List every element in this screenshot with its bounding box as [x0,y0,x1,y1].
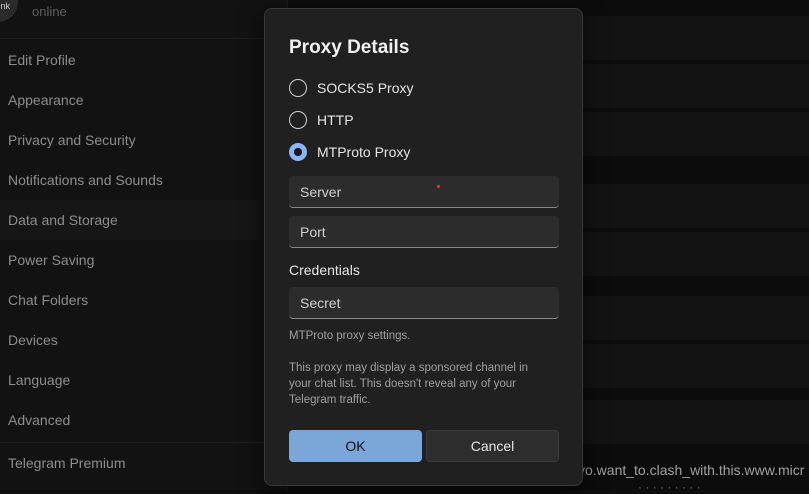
radio-label: HTTP [317,112,354,128]
radio-mtproto[interactable]: MTProto Proxy [289,141,410,163]
menu-item-data-storage[interactable]: Data and Storage [0,200,287,240]
credentials-heading: Credentials [289,262,360,278]
background-subtext: · · · · · · · · · [638,480,701,494]
menu-item-language[interactable]: Language [0,360,287,400]
radio-circle-icon [289,79,307,97]
dialog-title: Proxy Details [289,37,410,58]
menu-item-appearance[interactable]: Appearance [0,80,287,120]
menu-item-chat-folders[interactable]: Chat Folders [0,280,287,320]
menu-item-edit-profile[interactable]: Edit Profile [0,40,287,80]
settings-sidebar: nk online Edit Profile Appearance Privac… [0,0,288,490]
sponsored-note: This proxy may display a sponsored chann… [289,362,529,406]
radio-checked-icon [289,143,307,161]
server-input[interactable] [289,176,559,207]
menu-item-advanced[interactable]: Advanced [0,400,287,440]
background-text: vo.want_to.clash_with.this.www.micr [578,462,805,478]
radio-circle-icon [289,111,307,129]
radio-http[interactable]: HTTP [289,109,354,131]
radio-socks5[interactable]: SOCKS5 Proxy [289,77,413,99]
server-field[interactable] [289,176,559,208]
ok-button[interactable]: OK [289,430,422,462]
port-field[interactable] [289,216,559,248]
menu-item-notifications[interactable]: Notifications and Sounds [0,160,287,200]
profile-status: online [32,4,67,19]
required-indicator [437,185,440,188]
menu-item-devices[interactable]: Devices [0,320,287,360]
avatar[interactable]: nk [0,0,18,22]
secret-field[interactable] [289,287,559,319]
profile-header[interactable]: nk online [0,0,287,39]
radio-label: MTProto Proxy [317,144,411,160]
proxy-details-dialog: Proxy Details SOCKS5 Proxy HTTP MTProto … [264,8,583,486]
menu-divider [0,442,287,443]
menu-item-power-saving[interactable]: Power Saving [0,240,287,280]
radio-label: SOCKS5 Proxy [317,80,414,96]
settings-menu: Edit Profile Appearance Privacy and Secu… [0,40,287,440]
menu-item-telegram-premium[interactable]: Telegram Premium [8,455,125,471]
settings-note: MTProto proxy settings. [289,330,411,342]
secret-input[interactable] [289,287,559,318]
port-input[interactable] [289,216,559,247]
cancel-button[interactable]: Cancel [426,430,559,462]
menu-item-privacy-security[interactable]: Privacy and Security [0,120,287,160]
